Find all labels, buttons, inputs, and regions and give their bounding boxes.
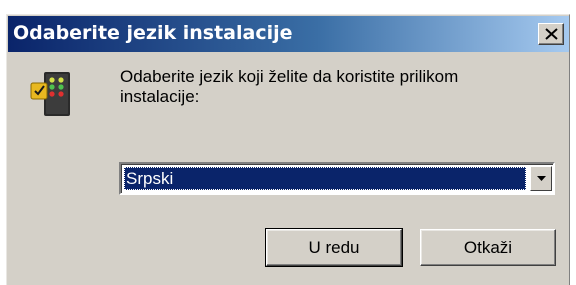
language-dialog: Odaberite jezik instalacije Odaberite je…: [6, 14, 570, 285]
dropdown-button[interactable]: [530, 166, 552, 191]
instruction-text: Odaberite jezik koji želite da koristite…: [120, 67, 459, 106]
title-bar[interactable]: Odaberite jezik instalacije: [8, 16, 569, 52]
ok-button[interactable]: U redu: [265, 228, 403, 267]
cancel-button[interactable]: Otkaži: [420, 229, 556, 266]
close-icon: [545, 28, 558, 40]
language-select-value[interactable]: Srpski: [124, 167, 526, 190]
chevron-down-icon: [537, 176, 546, 181]
close-button[interactable]: [538, 23, 564, 45]
language-select[interactable]: Srpski: [119, 162, 555, 195]
installer-icon: [30, 72, 70, 116]
window-title: Odaberite jezik instalacije: [13, 22, 293, 44]
